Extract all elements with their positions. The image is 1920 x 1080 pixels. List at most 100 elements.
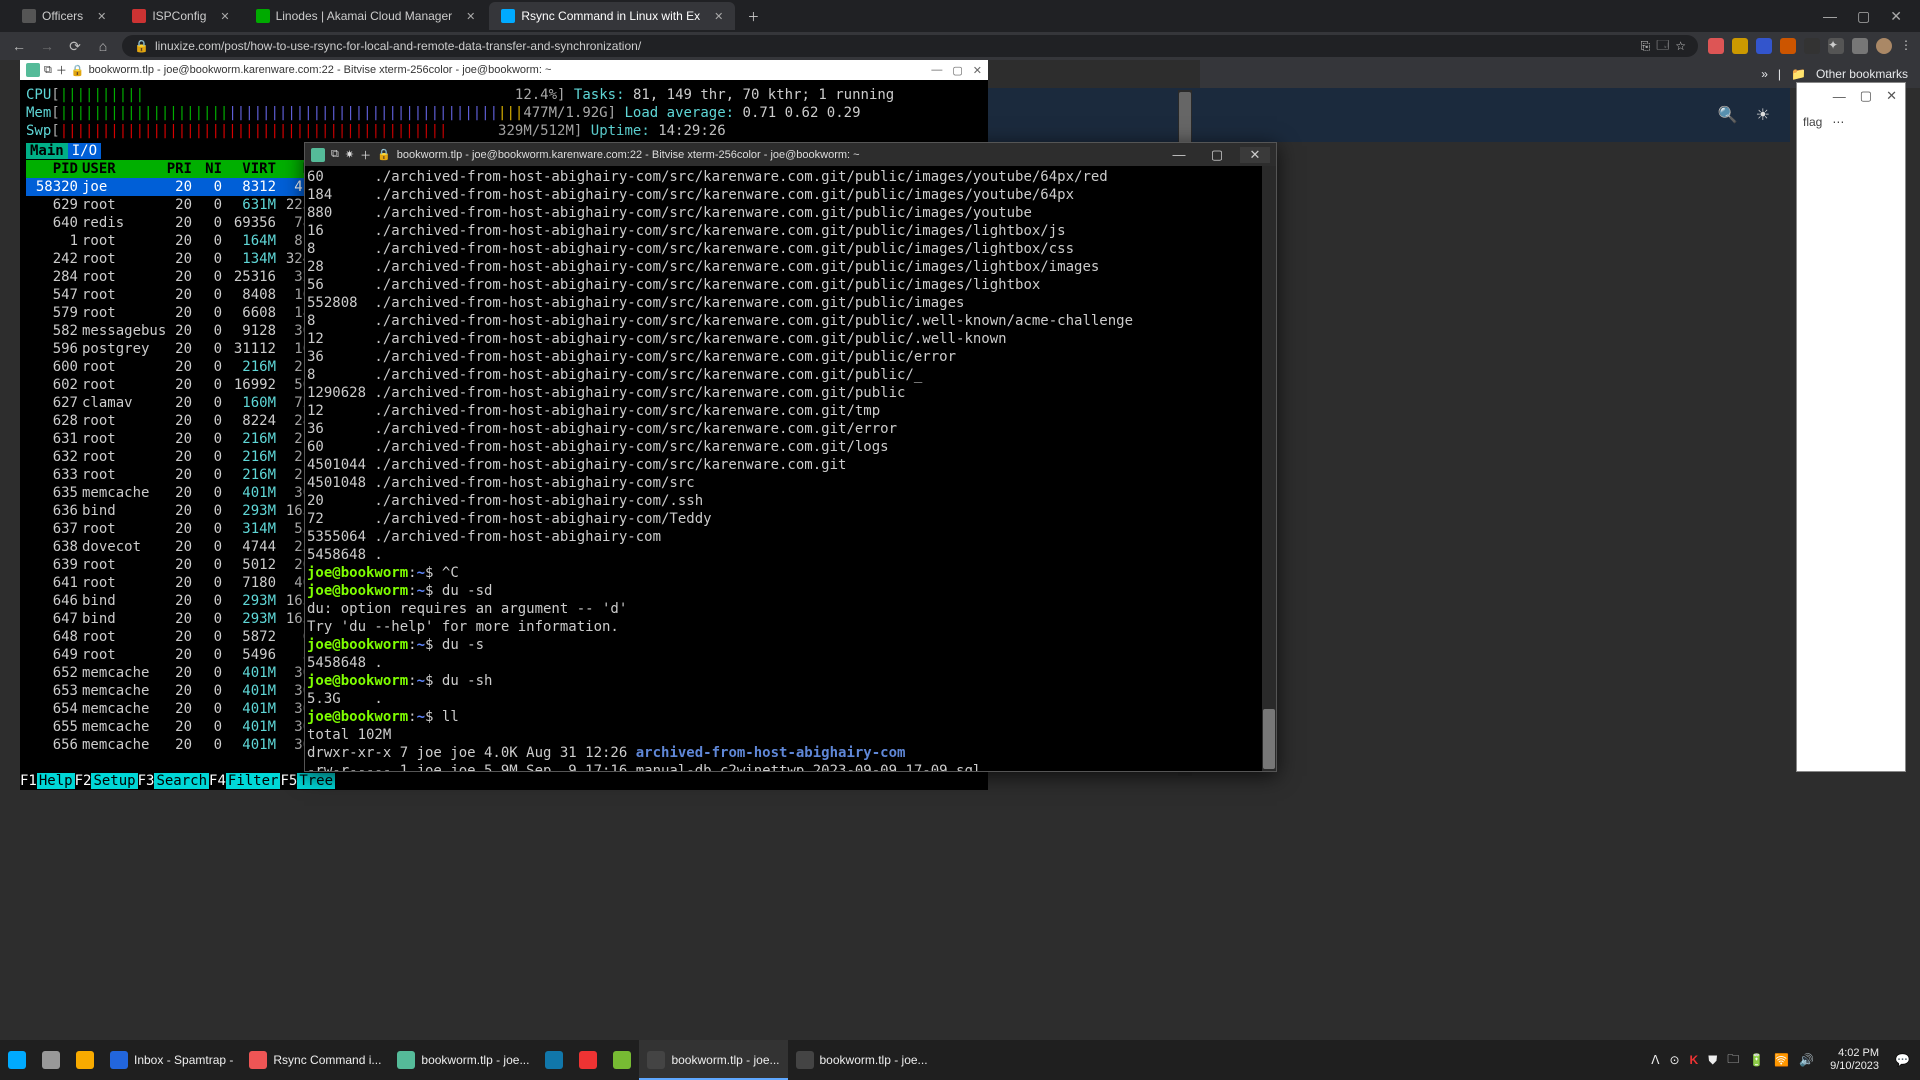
close-icon[interactable]: ✕	[714, 10, 723, 23]
nav-back-icon[interactable]: ←	[10, 38, 28, 54]
output-line: 8 ./archived-from-host-abighairy-com/src…	[307, 312, 1274, 330]
output-line: 72 ./archived-from-host-abighairy-com/Te…	[307, 510, 1274, 528]
more-icon[interactable]: ⋯	[1832, 115, 1844, 129]
fg-terminal-window[interactable]: ⧉ ✷ ＋ 🔒 bookworm.tlp - joe@bookworm.kare…	[304, 142, 1277, 772]
close-icon[interactable]: ✕	[220, 10, 229, 23]
taskbar-button[interactable]	[571, 1040, 605, 1080]
htop-footer: F1HelpF2SetupF3SearchF4FilterF5Tree	[20, 772, 335, 790]
col-pid: PID	[26, 160, 82, 178]
favicon	[501, 9, 515, 23]
fg-terminal-titlebar[interactable]: ⧉ ✷ ＋ 🔒 bookworm.tlp - joe@bookworm.kare…	[305, 143, 1276, 166]
taskbar-button[interactable]: Rsync Command i...	[241, 1040, 389, 1080]
close-icon[interactable]: ✕	[466, 10, 475, 23]
theme-icon[interactable]: ☀	[1756, 105, 1770, 125]
tab-officers[interactable]: Officers✕	[10, 2, 118, 30]
close-icon[interactable]: ✕	[1240, 147, 1270, 163]
output-line: 36 ./archived-from-host-abighairy-com/sr…	[307, 348, 1274, 366]
tab-rsync-active[interactable]: Rsync Command in Linux with Ex✕	[489, 2, 735, 30]
ext-icon[interactable]	[1708, 38, 1724, 54]
settings-icon[interactable]: ✷	[345, 148, 354, 161]
ext-icon[interactable]	[1804, 38, 1820, 54]
reload-icon[interactable]: ⟳	[66, 38, 84, 55]
ext-icon[interactable]	[1780, 38, 1796, 54]
taskbar-button[interactable]	[0, 1040, 34, 1080]
menu-icon[interactable]: ⋮	[1900, 38, 1912, 54]
tray-icon[interactable]: ᐱ	[1651, 1053, 1659, 1067]
extensions-icon[interactable]: ✦	[1828, 38, 1844, 54]
avatar-icon[interactable]	[1876, 38, 1892, 54]
favicon	[256, 9, 270, 23]
load-vals: 0.71 0.62 0.29	[743, 105, 861, 121]
terminal-scrollbar[interactable]	[1262, 166, 1276, 771]
minimize-icon[interactable]: —	[1823, 8, 1837, 25]
notifications-icon[interactable]: 💬	[1895, 1053, 1910, 1067]
minimize-icon[interactable]: —	[1164, 147, 1194, 163]
paste-icon[interactable]: ＋	[56, 62, 67, 78]
tray-icon[interactable]: 🔋	[1749, 1053, 1764, 1067]
copy-icon[interactable]: ⧉	[331, 148, 339, 161]
nav-forward-icon[interactable]: →	[38, 38, 56, 54]
tray-icon[interactable]: ⊙	[1669, 1053, 1679, 1067]
ext-icon[interactable]	[1756, 38, 1772, 54]
taskbar-button[interactable]: bookworm.tlp - joe...	[389, 1040, 537, 1080]
close-icon[interactable]: ✕	[1890, 8, 1902, 25]
bookmarks-more[interactable]: »	[1761, 67, 1768, 81]
taskbar-label: bookworm.tlp - joe...	[671, 1053, 779, 1067]
maximize-icon[interactable]: ▢	[1857, 8, 1870, 25]
maximize-icon[interactable]: ▢	[1202, 147, 1232, 163]
new-tab-button[interactable]: ＋	[741, 8, 765, 25]
copy-icon[interactable]: ⧉	[44, 64, 52, 77]
install-icon[interactable]: ⎘	[1641, 39, 1651, 54]
tab-ispconfig[interactable]: ISPConfig✕	[120, 2, 241, 30]
search-icon[interactable]: 🔍	[1718, 105, 1738, 125]
taskbar-button[interactable]	[605, 1040, 639, 1080]
side-window[interactable]: — ▢ ✕ flag ⋯	[1796, 82, 1906, 772]
scrollbar-thumb[interactable]	[1263, 709, 1275, 769]
ext-icon[interactable]	[1732, 38, 1748, 54]
translate-icon[interactable]: 🗔	[1656, 36, 1669, 57]
tab-main[interactable]: Main	[26, 143, 68, 159]
taskbar-button[interactable]	[537, 1040, 571, 1080]
add-icon[interactable]: ＋	[360, 147, 371, 163]
output-line: 56 ./archived-from-host-abighairy-com/sr…	[307, 276, 1274, 294]
close-icon[interactable]: ✕	[97, 10, 106, 23]
home-icon[interactable]: ⌂	[94, 38, 112, 54]
taskbar-clock[interactable]: 4:02 PM 9/10/2023	[1824, 1047, 1885, 1073]
taskbar-button[interactable]: Inbox - Spamtrap -	[102, 1040, 241, 1080]
taskbar-button[interactable]	[34, 1040, 68, 1080]
url-field[interactable]: 🔒 linuxize.com/post/how-to-use-rsync-for…	[122, 35, 1698, 57]
system-tray: ᐱ ⊙ K ⛊ 🗀 🔋 🛜 🔊 4:02 PM 9/10/2023 💬	[1651, 1047, 1920, 1073]
minimize-icon[interactable]: —	[1833, 89, 1846, 104]
app-icon	[249, 1051, 267, 1069]
close-icon[interactable]: ✕	[973, 64, 982, 77]
close-icon[interactable]: ✕	[1886, 88, 1897, 104]
tray-icon[interactable]: 🗀	[1727, 1050, 1739, 1071]
clock-time: 4:02 PM	[1830, 1047, 1879, 1060]
taskbar-button[interactable]: bookworm.tlp - joe...	[639, 1040, 787, 1080]
fg-terminal-title: bookworm.tlp - joe@bookworm.karenware.co…	[397, 149, 860, 161]
other-bookmarks[interactable]: Other bookmarks	[1816, 67, 1908, 81]
fg-terminal-body[interactable]: 60 ./archived-from-host-abighairy-com/sr…	[305, 166, 1276, 771]
app-icon	[8, 1051, 26, 1069]
tasks-vals: 81, 149 thr, 70 kthr; 1 running	[633, 87, 894, 103]
taskbar-button[interactable]: bookworm.tlp - joe...	[788, 1040, 936, 1080]
tray-icon[interactable]: 🛜	[1774, 1053, 1789, 1067]
tab-linodes[interactable]: Linodes | Akamai Cloud Manager✕	[244, 2, 488, 30]
output-line: 5355064 ./archived-from-host-abighairy-c…	[307, 528, 1274, 546]
tray-icon[interactable]: ⛊	[1708, 1053, 1717, 1068]
maximize-icon[interactable]: ▢	[1860, 88, 1872, 104]
minimize-icon[interactable]: —	[931, 64, 942, 77]
tray-icon[interactable]: K	[1690, 1053, 1699, 1067]
star-icon[interactable]: ☆	[1675, 39, 1686, 53]
output-line: 8 ./archived-from-host-abighairy-com/src…	[307, 366, 1274, 384]
load-label: Load average:	[625, 105, 743, 121]
ext-icon[interactable]	[1852, 38, 1868, 54]
uptime-label: Uptime:	[591, 123, 658, 139]
output-line: 12 ./archived-from-host-abighairy-com/sr…	[307, 330, 1274, 348]
maximize-icon[interactable]: ▢	[952, 64, 962, 77]
output-line: 28 ./archived-from-host-abighairy-com/sr…	[307, 258, 1274, 276]
tab-io[interactable]: I/O	[68, 143, 101, 159]
tray-icon[interactable]: 🔊	[1799, 1053, 1814, 1067]
taskbar-label: Inbox - Spamtrap -	[134, 1053, 233, 1067]
taskbar-button[interactable]	[68, 1040, 102, 1080]
